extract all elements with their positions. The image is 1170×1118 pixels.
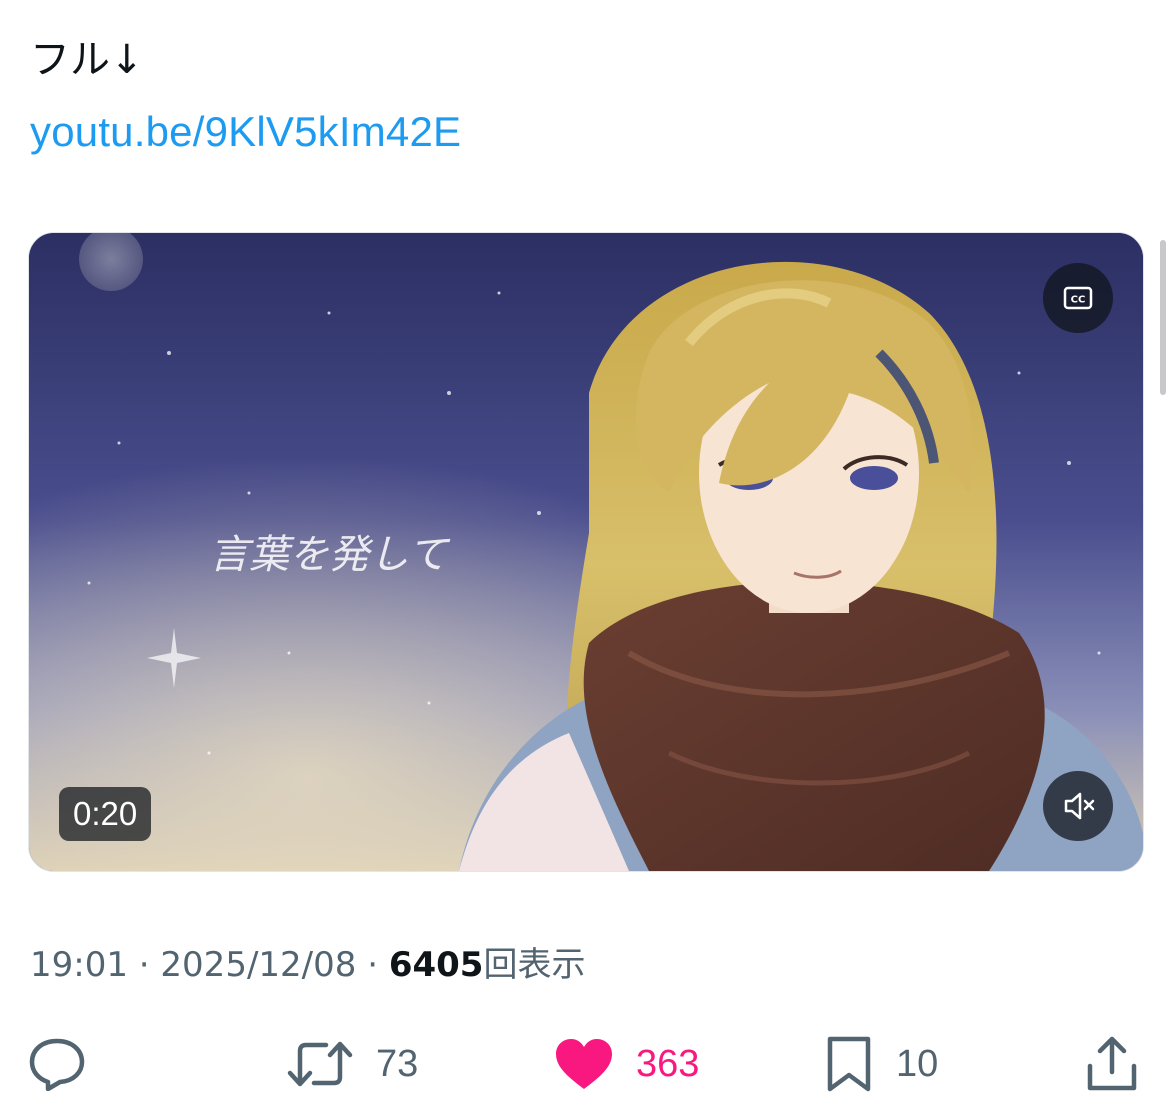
bookmark-button[interactable]: 10: [824, 1028, 938, 1100]
views-count: 6405: [388, 945, 484, 985]
video-thumbnail: 言葉を発して: [29, 233, 1143, 871]
views-label: 回表示: [483, 945, 586, 985]
retweet-icon: [287, 1041, 353, 1087]
tweet-date[interactable]: 2025/12/08: [160, 945, 356, 985]
speaker-muted-icon: [1064, 792, 1095, 820]
retweet-button[interactable]: 73: [286, 1028, 418, 1100]
share-button[interactable]: [1082, 1028, 1164, 1100]
retweet-count: 73: [376, 1042, 419, 1085]
tweet-time: 19:01: [30, 945, 128, 985]
like-button[interactable]: 363: [554, 1028, 699, 1100]
meta-separator: ·: [127, 945, 161, 985]
closed-captions-button[interactable]: CC: [1043, 263, 1113, 333]
meta-separator-2: ·: [356, 945, 389, 985]
youtube-link[interactable]: youtu.be/9KlV5kIm42E: [30, 104, 461, 160]
scrollbar[interactable]: [1160, 240, 1166, 395]
like-count: 363: [636, 1042, 700, 1085]
overlay-lyrics-text: 言葉を発して: [209, 532, 451, 578]
share-icon: [1087, 1036, 1137, 1091]
mute-toggle-button[interactable]: [1043, 771, 1113, 841]
bookmark-count: 10: [896, 1042, 939, 1085]
bookmark-icon: [827, 1036, 871, 1092]
video-duration-badge: 0:20: [59, 787, 152, 841]
video-player[interactable]: 言葉を発して CC 0:20: [28, 232, 1144, 872]
tweet-meta: 19:01 · 2025/12/08 · 6405回表示: [30, 940, 585, 990]
svg-text:CC: CC: [1071, 295, 1086, 306]
closed-captions-icon: CC: [1063, 286, 1093, 310]
tweet-actions-bar: 73 363 10: [0, 1028, 1170, 1100]
tweet-text: フル↓: [30, 37, 144, 83]
heart-icon: [556, 1039, 612, 1089]
reply-button[interactable]: [28, 1028, 108, 1100]
reply-icon: [29, 1038, 85, 1091]
